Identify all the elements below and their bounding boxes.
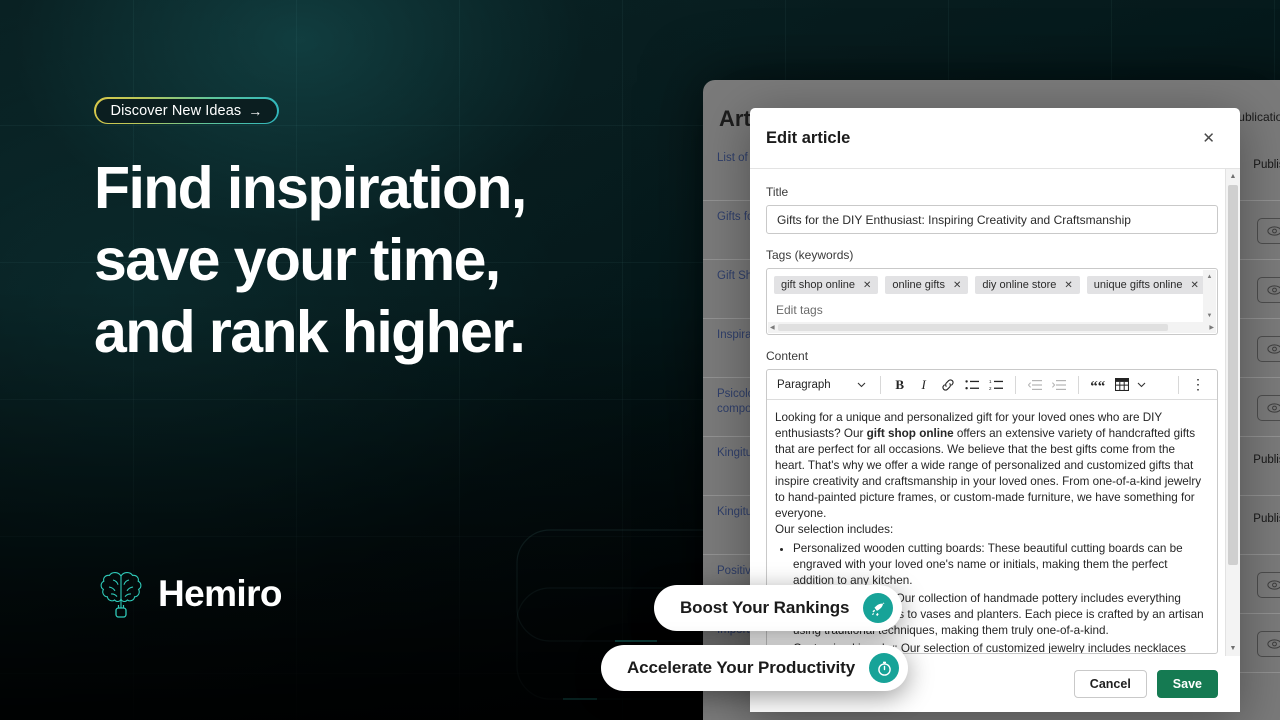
scroll-right-icon[interactable]: ▶ (1209, 324, 1214, 331)
content-paragraph-2: Our selection includes: (775, 523, 894, 536)
pill-label: Accelerate Your Productivity (627, 658, 856, 677)
scroll-up-icon[interactable]: ▲ (1203, 270, 1216, 283)
bullet-list-button[interactable] (961, 374, 983, 396)
paragraph-1-post: offers an extensive variety of handcraft… (775, 427, 1202, 520)
more-options-button[interactable]: ⋮ (1187, 374, 1209, 396)
bold-button[interactable]: B (889, 374, 911, 396)
block-style-select[interactable]: Paragraph (773, 379, 872, 391)
close-icon[interactable]: ✕ (1190, 280, 1198, 291)
page-title: Find inspiration, save your time, and ra… (94, 152, 714, 368)
tag-chip-list: gift shop online ✕ online gifts ✕ diy on… (774, 276, 1206, 294)
tag-label: online gifts (892, 279, 945, 291)
indent-increase-button[interactable] (1048, 374, 1070, 396)
toolbar-divider (1178, 375, 1179, 394)
tags-input-box[interactable]: gift shop online ✕ online gifts ✕ diy on… (766, 268, 1218, 335)
headline-line-2: save your time, (94, 227, 501, 293)
close-icon[interactable]: ✕ (1064, 280, 1072, 291)
svg-text:2: 2 (989, 386, 992, 391)
headline-line-3: and rank higher. (94, 299, 526, 365)
brand-logo: Hemiro (98, 566, 282, 622)
numbered-list-button[interactable]: 12 (985, 374, 1007, 396)
toolbar-divider (879, 375, 881, 394)
tags-vertical-scrollbar[interactable]: ▲ ▼ (1203, 270, 1216, 322)
title-input[interactable] (766, 205, 1218, 234)
svg-text:1: 1 (989, 379, 992, 384)
tag-chip[interactable]: diy online store ✕ (975, 276, 1080, 294)
accelerate-productivity-pill[interactable]: Accelerate Your Productivity (601, 645, 909, 691)
toolbar-divider (1077, 375, 1079, 394)
scrollbar-thumb[interactable] (1228, 185, 1238, 565)
eye-icon[interactable] (1257, 218, 1280, 244)
arrow-right-icon: → (248, 102, 263, 119)
eye-icon[interactable] (1257, 395, 1280, 421)
eye-icon[interactable] (1257, 631, 1280, 657)
tags-placeholder[interactable]: Edit tags (774, 303, 1199, 317)
screen-root: Discover New Ideas → Find inspiration, s… (0, 0, 1280, 720)
content-field-label: Content (766, 349, 809, 363)
toolbar-divider (1014, 375, 1016, 394)
modal-scrollbar[interactable]: ▲ ▼ (1225, 169, 1240, 656)
scroll-down-icon[interactable]: ▼ (1226, 641, 1240, 656)
tags-field-label: Tags (keywords) (766, 248, 854, 262)
pill-label: Boost Your Rankings (680, 598, 850, 617)
tag-chip[interactable]: unique gifts online ✕ (1086, 276, 1206, 294)
stopwatch-icon (869, 653, 900, 683)
table-chevron-down-icon[interactable] (1135, 374, 1149, 396)
tag-label: unique gifts online (1093, 279, 1183, 291)
discover-new-ideas-button[interactable]: Discover New Ideas → (94, 97, 279, 124)
brand-name: Hemiro (158, 573, 282, 614)
eye-icon[interactable] (1257, 336, 1280, 362)
cancel-button[interactable]: Cancel (1073, 670, 1147, 698)
close-icon[interactable]: ✕ (863, 280, 871, 291)
tags-horizontal-scrollbar[interactable]: ◀ ▶ (768, 322, 1216, 333)
modal-header: Edit article ✕ (750, 108, 1240, 169)
scroll-up-icon[interactable]: ▲ (1226, 169, 1240, 184)
link-button[interactable] (937, 374, 959, 396)
tag-label: diy online store (982, 279, 1057, 291)
scroll-left-icon[interactable]: ◀ (770, 324, 775, 331)
scrollbar-thumb[interactable] (778, 324, 1168, 331)
list-item: Personalized wooden cutting boards: Thes… (793, 541, 1207, 589)
tag-chip[interactable]: online gifts ✕ (885, 276, 969, 294)
title-field-label: Title (766, 185, 789, 199)
boost-rankings-pill[interactable]: Boost Your Rankings (654, 585, 903, 631)
content-paragraph-1: Looking for a unique and personalized gi… (775, 410, 1207, 522)
publish-button[interactable]: Publish (1253, 513, 1280, 525)
editor-toolbar: Paragraph B I 12 ““ ⋮ (767, 370, 1217, 400)
discover-label: Discover New Ideas (110, 102, 242, 119)
eye-icon[interactable] (1257, 277, 1280, 303)
rocket-icon (863, 593, 894, 623)
close-icon[interactable]: ✕ (953, 280, 961, 291)
blockquote-button[interactable]: ““ (1087, 374, 1109, 396)
eye-icon[interactable] (1257, 572, 1280, 598)
paragraph-1-bold: gift shop online (866, 427, 954, 440)
publish-button[interactable]: Publish (1253, 454, 1280, 466)
scroll-down-icon[interactable]: ▼ (1203, 309, 1216, 322)
tag-chip[interactable]: gift shop online ✕ (774, 276, 879, 294)
close-icon[interactable]: ✕ (1199, 128, 1218, 149)
brain-icon (98, 566, 144, 622)
italic-button[interactable]: I (913, 374, 935, 396)
modal-title: Edit article (766, 128, 851, 147)
tag-label: gift shop online (781, 279, 855, 291)
modal-body: Title Tags (keywords) gift shop online ✕… (750, 169, 1240, 656)
block-style-value: Paragraph (777, 378, 831, 391)
save-button[interactable]: Save (1156, 670, 1218, 698)
chevron-down-icon[interactable] (857, 379, 866, 391)
table-button[interactable] (1111, 374, 1133, 396)
headline-line-1: Find inspiration, (94, 155, 527, 221)
publish-button[interactable]: Publish (1253, 159, 1280, 171)
indent-decrease-button[interactable] (1024, 374, 1046, 396)
